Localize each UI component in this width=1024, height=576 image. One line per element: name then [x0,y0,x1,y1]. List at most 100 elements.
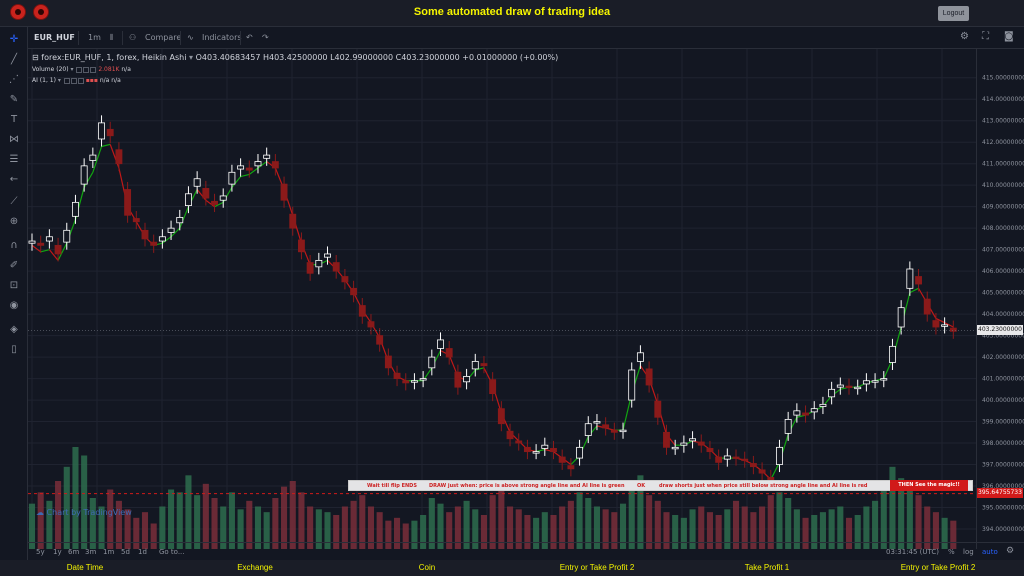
prediction-icon[interactable]: ☰ [7,153,21,167]
candle-body [63,229,71,243]
fib-icon[interactable]: ⋰ [7,73,21,87]
lock-icon[interactable]: ⊡ [7,279,21,293]
range-6m[interactable]: 6m [68,548,79,556]
candle-body [150,241,158,246]
bottom-toolbar: 2 13 14 15 17 10:00 19 20 21 22 24 10:00 26 27 28 5y 1… [28,531,1024,561]
interval-button[interactable]: 1m [88,33,101,42]
camera-icon[interactable]: ◙ [1004,31,1014,42]
time-tick-label: 13 [104,531,112,538]
indicators-button[interactable]: Indicators [202,33,242,42]
settings-icon[interactable]: ⚙ [1006,546,1014,556]
close-icon[interactable] [90,66,97,73]
close-icon[interactable] [77,77,84,84]
candle-body [263,154,271,159]
trash-icon[interactable]: ▯ [7,343,21,357]
eye-icon[interactable] [63,77,70,84]
time-tick-label: 10:00 [752,531,769,538]
candle-body [437,339,444,349]
footer-col-entry-tp2: Entry or Take Profit 2 [559,563,635,572]
candle-body [454,371,462,388]
collapse-icon[interactable]: ⊟ [32,53,39,62]
footer-col-exchange: Exchange [237,563,273,572]
ai-line-segment [101,143,111,148]
auto-toggle[interactable]: auto [982,548,998,556]
fullscreen-icon[interactable]: ⛶ [982,31,989,42]
current-price-label: 403.23000000 [977,324,1023,335]
candle-body [645,368,653,386]
ai-line-segment [240,173,250,178]
candle-body [550,448,557,453]
symbol-search[interactable]: EUR_HUF [34,33,75,42]
time-tick-label: 22 [642,531,650,538]
candle-body [45,236,53,242]
chart-toolbar: EUR_HUF 1m ⫴ ⚇ Compare ∿ Indicators ↶ ↷ … [28,27,1024,49]
settings-icon[interactable]: ⚙ [960,31,969,42]
back-arrow-icon[interactable]: ← [7,173,21,187]
range-5y[interactable]: 5y [36,548,45,556]
price-tick-label: 415.00000000 [982,75,1024,82]
price-tick-label: 402.00000000 [982,354,1024,361]
volume-bar [915,495,922,549]
lock-drawing-icon[interactable]: ✐ [7,259,21,273]
candle-body [402,380,410,384]
magnet-icon[interactable]: ∩ [7,239,21,253]
range-5d[interactable]: 5d [121,548,130,556]
chart-pane[interactable]: ⊟ forex:EUR_HUF, 1, forex, Heikin Ashi ▾… [28,49,976,549]
volume-label[interactable]: Volume (20) [32,66,69,73]
tradingview-watermark[interactable]: ☁ Chart by TradingView [36,508,132,517]
eye-icon[interactable]: ◉ [7,299,21,313]
candle-body [193,178,201,187]
candle-body [167,227,175,233]
volume-bar [168,489,175,549]
range-1y[interactable]: 1y [53,548,62,556]
candle-body [124,189,132,216]
indicators-icon[interactable]: ∿ [187,33,194,42]
ai-label[interactable]: AI (1, 1) [32,77,56,84]
divider [180,31,181,45]
divider [122,31,123,45]
candle-body [89,154,97,161]
text-icon[interactable]: T [7,113,21,127]
percent-toggle[interactable]: % [948,548,955,556]
goto-button[interactable]: Go to... [159,548,185,556]
logout-button[interactable]: Logout [938,6,969,21]
settings-icon[interactable] [83,66,90,73]
log-toggle[interactable]: log [963,548,974,556]
candle-body [932,320,940,328]
legend-open: O403.40683457 [195,53,261,62]
candle-body [906,268,914,289]
settings-icon[interactable] [70,77,77,84]
volume-bar [298,492,305,549]
candle-body [871,380,879,383]
redo-icon[interactable]: ↷ [262,33,269,42]
layers-icon[interactable]: ◈ [7,323,21,337]
range-3m[interactable]: 3m [85,548,96,556]
crosshair-icon[interactable]: ✛ [7,33,21,47]
range-1m[interactable]: 1m [103,548,114,556]
divider [240,31,241,45]
undo-icon[interactable]: ↶ [246,33,253,42]
price-axis[interactable]: 415.00000000 414.00000000 413.00000000 412.… [976,49,1024,549]
time-tick-label: 27 [876,531,884,538]
candle-body [497,408,505,425]
drawing-toolbar: ✛ ╱ ⋰ ✎ T ⋈ ☰ ← ⟋ ⊕ ∩ ✐ ⊡ ◉ ◈ ▯ [0,27,28,561]
price-tick-label: 397.00000000 [982,462,1024,469]
brush-icon[interactable]: ✎ [7,93,21,107]
candle-body [106,128,114,137]
zoom-icon[interactable]: ⊕ [7,215,21,229]
ruler-icon[interactable]: ⟋ [7,195,21,209]
candle-body [471,360,479,370]
bar-style-icon[interactable]: ⫴ [110,33,113,43]
compare-icon[interactable]: ⚇ [129,33,136,42]
pattern-icon[interactable]: ⋈ [7,133,21,147]
range-1d[interactable]: 1d [138,548,147,556]
eye-icon[interactable] [76,66,83,73]
watermark-text: Chart by TradingView [46,508,132,517]
trendline-icon[interactable]: ╱ [7,53,21,67]
compare-button[interactable]: Compare [145,33,181,42]
candle-body [654,400,662,418]
footer-columns: Date Time Exchange Coin Entry or Take Pr… [0,560,1024,576]
candle-body [880,378,888,381]
footer-col-entry-tp2-b: Entry or Take Profit 2 [900,563,976,572]
candle-body [141,229,149,240]
